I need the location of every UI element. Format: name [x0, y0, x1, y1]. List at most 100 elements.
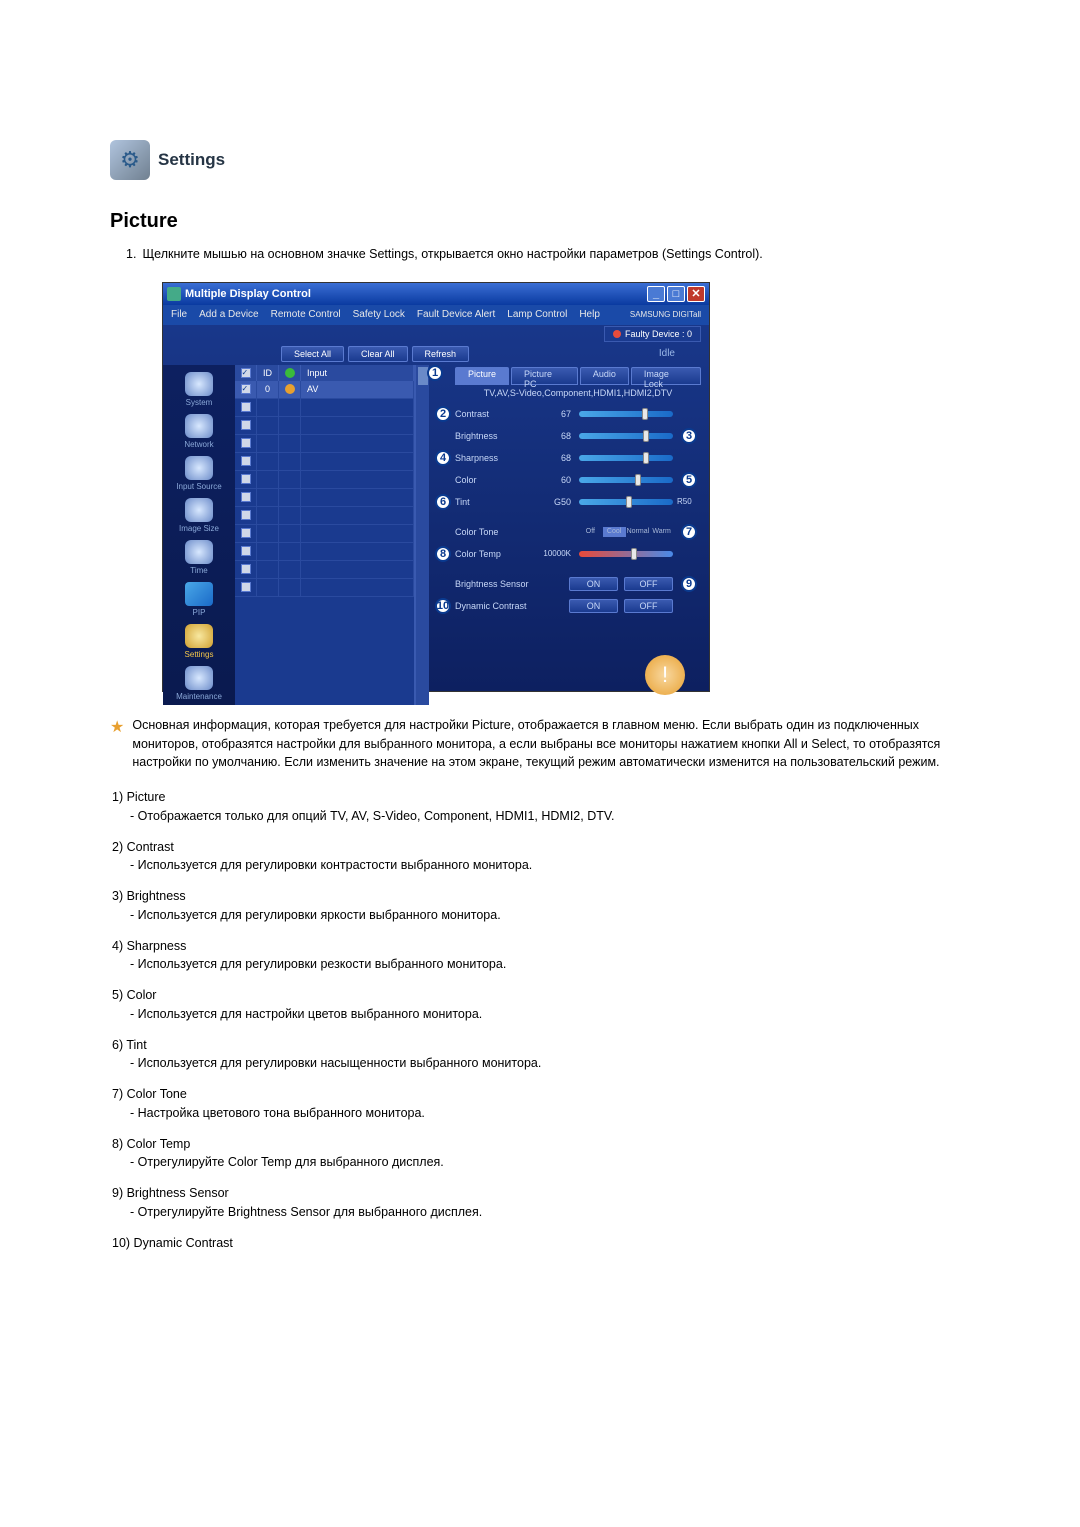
- sidebar-pip[interactable]: PIP: [165, 579, 233, 621]
- row-status-icon: [285, 384, 295, 394]
- row-checkbox[interactable]: [241, 456, 251, 466]
- contrast-label: Contrast: [455, 409, 537, 419]
- input-source-icon: [185, 456, 213, 480]
- fault-text: Faulty Device : 0: [625, 329, 692, 339]
- grid-row[interactable]: 0 AV: [235, 381, 414, 399]
- select-all-button[interactable]: Select All: [281, 346, 344, 362]
- callout-10: 10: [435, 598, 451, 614]
- colortemp-label: Color Temp: [455, 549, 537, 559]
- header-checkbox[interactable]: [241, 368, 251, 378]
- note-text: Основная информация, которая требуется д…: [132, 716, 970, 772]
- page-header: Settings: [110, 140, 970, 180]
- row-checkbox[interactable]: [241, 564, 251, 574]
- callout-5: 5: [681, 472, 697, 488]
- image-size-icon: [185, 498, 213, 522]
- callout-9: 9: [681, 576, 697, 592]
- device-grid: ID Input 0 AV: [235, 365, 415, 705]
- callout-8: 8: [435, 546, 451, 562]
- definition-list: 1) Picture- Отображается только для опци…: [112, 788, 970, 1252]
- sharpness-label: Sharpness: [455, 453, 537, 463]
- refresh-button[interactable]: Refresh: [412, 346, 470, 362]
- bs-off-button[interactable]: OFF: [624, 577, 673, 591]
- menu-add-device[interactable]: Add a Device: [199, 309, 258, 320]
- sidebar-time[interactable]: Time: [165, 537, 233, 579]
- row-checkbox[interactable]: [241, 474, 251, 484]
- menu-fault[interactable]: Fault Device Alert: [417, 309, 495, 320]
- titlebar: Multiple Display Control _ □ ✕: [163, 283, 709, 305]
- bs-on-button[interactable]: ON: [569, 577, 618, 591]
- row-checkbox[interactable]: [241, 438, 251, 448]
- intro-item: 1. Щелкните мышью на основном значке Set…: [126, 245, 970, 264]
- sharpness-value: 68: [537, 453, 579, 463]
- pip-icon: [185, 582, 213, 606]
- maximize-button[interactable]: □: [667, 286, 685, 302]
- row-checkbox[interactable]: [241, 420, 251, 430]
- callout-7: 7: [681, 524, 697, 540]
- toolbar: Select All Clear All Refresh Idle: [163, 343, 709, 365]
- tint-slider[interactable]: [579, 499, 673, 505]
- sidebar-maintenance[interactable]: Maintenance: [165, 663, 233, 705]
- settings-sb-icon: [185, 624, 213, 648]
- definition-item: 1) Picture- Отображается только для опци…: [112, 788, 970, 826]
- settings-panel: 1 Picture Picture PC Audio Image Lock TV…: [429, 365, 709, 705]
- menu-remote[interactable]: Remote Control: [271, 309, 341, 320]
- tab-picture-pc[interactable]: Picture PC: [511, 367, 578, 385]
- brightness-value: 68: [537, 431, 579, 441]
- colortemp-value: 10000K: [537, 549, 579, 558]
- clear-all-button[interactable]: Clear All: [348, 346, 408, 362]
- brand-label: SAMSUNG DIGITall: [630, 310, 701, 319]
- definition-item: 6) Tint- Используется для регулировки на…: [112, 1036, 970, 1074]
- dc-on-button[interactable]: ON: [569, 599, 618, 613]
- sidebar-image-size[interactable]: Image Size: [165, 495, 233, 537]
- row-id: 0: [257, 381, 279, 398]
- row-checkbox[interactable]: [241, 528, 251, 538]
- grid-scrollbar[interactable]: [415, 365, 429, 705]
- callout-3: 3: [681, 428, 697, 444]
- sidebar: System Network Input Source Image Size T…: [163, 365, 235, 705]
- color-value: 60: [537, 475, 579, 485]
- row-checkbox[interactable]: [241, 510, 251, 520]
- system-icon: [185, 372, 213, 396]
- menu-safety[interactable]: Safety Lock: [353, 309, 405, 320]
- contrast-slider[interactable]: [579, 411, 673, 417]
- sidebar-input-source[interactable]: Input Source: [165, 453, 233, 495]
- row-checkbox[interactable]: [241, 492, 251, 502]
- menu-file[interactable]: File: [171, 309, 187, 320]
- tab-audio[interactable]: Audio: [580, 367, 629, 385]
- color-slider[interactable]: [579, 477, 673, 483]
- tab-picture[interactable]: Picture: [455, 367, 509, 385]
- definition-item: 9) Brightness Sensor- Отрегулируйте Brig…: [112, 1184, 970, 1222]
- sidebar-system[interactable]: System: [165, 369, 233, 411]
- minimize-button[interactable]: _: [647, 286, 665, 302]
- row-checkbox[interactable]: [241, 546, 251, 556]
- sharpness-slider[interactable]: [579, 455, 673, 461]
- row-checkbox[interactable]: [241, 384, 251, 394]
- maintenance-icon: [185, 666, 213, 690]
- menu-help[interactable]: Help: [579, 309, 600, 320]
- definition-item: 5) Color- Используется для настройки цве…: [112, 986, 970, 1024]
- tint-left: G50: [537, 497, 579, 507]
- row-checkbox[interactable]: [241, 582, 251, 592]
- sidebar-settings[interactable]: Settings: [165, 621, 233, 663]
- col-input: Input: [301, 365, 414, 381]
- star-icon: ★: [110, 716, 124, 772]
- definition-item: 3) Brightness- Используется для регулиро…: [112, 887, 970, 925]
- colortone-label: Color Tone: [455, 527, 537, 537]
- time-icon: [185, 540, 213, 564]
- colortemp-slider[interactable]: [579, 551, 673, 557]
- row-checkbox[interactable]: [241, 402, 251, 412]
- col-status-icon: [285, 368, 295, 378]
- settings-icon: [110, 140, 150, 180]
- tint-right: R50: [677, 497, 701, 506]
- contrast-value: 67: [537, 409, 579, 419]
- sidebar-network[interactable]: Network: [165, 411, 233, 453]
- brightness-slider[interactable]: [579, 433, 673, 439]
- tab-image-lock[interactable]: Image Lock: [631, 367, 701, 385]
- menu-lamp[interactable]: Lamp Control: [507, 309, 567, 320]
- warning-icon: !: [645, 655, 685, 695]
- callout-4: 4: [435, 450, 451, 466]
- dc-off-button[interactable]: OFF: [624, 599, 673, 613]
- close-button[interactable]: ✕: [687, 286, 705, 302]
- definition-item: 7) Color Tone- Настройка цветового тона …: [112, 1085, 970, 1123]
- colortone-scale[interactable]: OffCoolNormalWarm: [579, 527, 673, 537]
